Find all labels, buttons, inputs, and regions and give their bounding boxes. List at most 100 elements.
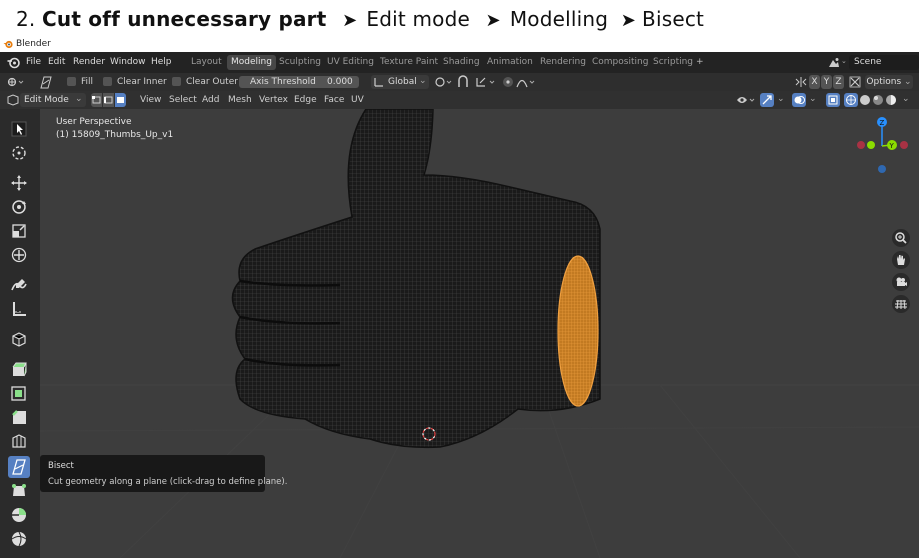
tab-animation[interactable]: Animation bbox=[483, 55, 537, 70]
loop-cut-tool-button[interactable] bbox=[8, 430, 30, 452]
fill-label: Fill bbox=[81, 77, 94, 87]
vertex-select-mode-button[interactable] bbox=[91, 93, 102, 107]
menu-edit[interactable]: Edit bbox=[48, 57, 65, 67]
blender-menu-icon[interactable] bbox=[7, 56, 20, 69]
xray-icon bbox=[828, 95, 838, 105]
edge-select-mode-button[interactable] bbox=[103, 93, 114, 107]
pan-button[interactable] bbox=[892, 251, 910, 269]
overlay-toggle-button[interactable] bbox=[792, 93, 806, 107]
scene-dropdown-icon[interactable]: ⌄ bbox=[841, 57, 847, 65]
shading-chevron-icon[interactable]: ⌄ bbox=[902, 94, 910, 104]
menu-mesh[interactable]: Mesh bbox=[228, 95, 252, 105]
tab-rendering[interactable]: Rendering bbox=[536, 55, 590, 70]
axis-threshold-field[interactable]: Axis Threshold 0.000 bbox=[239, 76, 359, 88]
mode-dropdown[interactable]: Edit Mode ⌄ bbox=[20, 93, 86, 107]
menu-edge[interactable]: Edge bbox=[294, 95, 317, 105]
smooth-icon bbox=[11, 531, 27, 547]
tab-sculpting[interactable]: Sculpting bbox=[275, 55, 325, 70]
menu-view[interactable]: View bbox=[140, 95, 161, 105]
shading-rendered-icon[interactable] bbox=[885, 94, 897, 106]
visibility-selectability-icon[interactable] bbox=[736, 94, 758, 106]
clear-inner-checkbox[interactable] bbox=[103, 77, 112, 86]
rotate-tool-button[interactable] bbox=[8, 196, 30, 218]
scene-field[interactable]: Scene bbox=[849, 55, 919, 70]
menu-file[interactable]: File bbox=[26, 57, 41, 67]
tab-uv-editing[interactable]: UV Editing bbox=[323, 55, 378, 70]
editor-type-icon-viewport[interactable] bbox=[7, 94, 19, 106]
zoom-icon bbox=[895, 232, 907, 244]
inset-tool-button[interactable] bbox=[8, 382, 30, 404]
navigation-gizmo[interactable]: Z Y bbox=[850, 113, 916, 185]
mirror-x-toggle[interactable]: X bbox=[809, 75, 820, 89]
spin-tool-button[interactable] bbox=[8, 504, 30, 526]
cursor-tool-button[interactable] bbox=[8, 142, 30, 164]
snap-icon[interactable] bbox=[456, 75, 470, 89]
xray-toggle-button[interactable] bbox=[826, 93, 840, 107]
mirror-z-toggle[interactable]: Z bbox=[833, 75, 844, 89]
overlay-chevron-icon[interactable]: ⌄ bbox=[809, 94, 817, 104]
annotate-tool-button[interactable] bbox=[8, 274, 30, 296]
shading-material-icon[interactable] bbox=[872, 94, 884, 106]
fill-checkbox[interactable] bbox=[67, 77, 76, 86]
snap-target-icon[interactable] bbox=[476, 76, 498, 88]
shading-solid-icon[interactable] bbox=[859, 94, 871, 106]
clear-outer-checkbox[interactable] bbox=[172, 77, 181, 86]
scene-icon[interactable] bbox=[828, 57, 840, 68]
proportional-editing-icon[interactable] bbox=[502, 76, 514, 88]
mirror-icon[interactable] bbox=[795, 76, 807, 88]
tab-texture-paint[interactable]: Texture Paint bbox=[376, 55, 442, 70]
move-tool-button[interactable] bbox=[8, 172, 30, 194]
menu-vertex[interactable]: Vertex bbox=[259, 95, 288, 105]
scale-tool-button[interactable] bbox=[8, 220, 30, 242]
smooth-tool-button[interactable] bbox=[8, 528, 30, 550]
menu-help[interactable]: Help bbox=[151, 57, 172, 67]
editor-type-icon[interactable] bbox=[7, 76, 25, 88]
pivot-point-icon[interactable] bbox=[435, 76, 455, 88]
menu-face[interactable]: Face bbox=[324, 95, 344, 105]
tooltip-title: Bisect bbox=[48, 461, 74, 471]
gizmo-z-label: Z bbox=[880, 119, 885, 127]
menu-window[interactable]: Window bbox=[110, 57, 146, 67]
menu-select[interactable]: Select bbox=[169, 95, 197, 105]
tab-shading[interactable]: Shading bbox=[439, 55, 484, 70]
add-cube-tool-button[interactable] bbox=[8, 328, 30, 350]
tab-modeling[interactable]: Modeling bbox=[227, 55, 276, 70]
add-workspace-button[interactable]: + bbox=[692, 55, 708, 70]
zoom-button[interactable] bbox=[892, 229, 910, 247]
extrude-tool-button[interactable] bbox=[8, 358, 30, 380]
bisect-tool-icon[interactable] bbox=[38, 75, 54, 89]
bevel-icon bbox=[12, 410, 26, 424]
falloff-icon[interactable] bbox=[516, 76, 538, 88]
camera-view-button[interactable] bbox=[892, 273, 910, 291]
gizmo-chevron-icon[interactable]: ⌄ bbox=[777, 94, 785, 104]
menu-add[interactable]: Add bbox=[202, 95, 219, 105]
transform-orientation-dropdown[interactable]: Global ⌄ bbox=[371, 75, 429, 89]
tab-layout[interactable]: Layout bbox=[187, 55, 226, 70]
menu-render[interactable]: Render bbox=[73, 57, 105, 67]
shading-wireframe-icon[interactable] bbox=[844, 93, 858, 107]
select-box-icon bbox=[11, 121, 27, 137]
menu-uv[interactable]: UV bbox=[351, 95, 364, 105]
bevel-tool-button[interactable] bbox=[8, 406, 30, 428]
face-select-mode-button[interactable] bbox=[115, 93, 126, 107]
camera-icon bbox=[896, 277, 907, 286]
gizmo-toggle-button[interactable] bbox=[760, 93, 774, 107]
auto-merge-icon[interactable] bbox=[849, 76, 861, 88]
axis-threshold-value: 0.000 bbox=[327, 77, 353, 87]
caption-arrow-2: ➤ bbox=[485, 10, 501, 31]
caption-arrow-1: ➤ bbox=[342, 10, 358, 31]
orthographic-toggle-button[interactable] bbox=[892, 295, 910, 313]
active-object-label: (1) 15809_Thumbs_Up_v1 bbox=[56, 130, 174, 140]
transform-tool-button[interactable] bbox=[8, 244, 30, 266]
options-dropdown[interactable]: Options ⌄ bbox=[865, 75, 913, 89]
tab-compositing[interactable]: Compositing bbox=[588, 55, 652, 70]
select-tool-button[interactable] bbox=[8, 118, 30, 140]
measure-tool-button[interactable] bbox=[8, 298, 30, 320]
tab-scripting[interactable]: Scripting bbox=[649, 55, 697, 70]
cursor-icon bbox=[12, 146, 26, 160]
poly-build-tool-button[interactable] bbox=[8, 480, 30, 502]
bisect-tool-button[interactable] bbox=[8, 456, 30, 478]
options-chevron-icon: ⌄ bbox=[901, 77, 912, 87]
mirror-y-toggle[interactable]: Y bbox=[821, 75, 832, 89]
editor-header: Edit Mode ⌄ View Select Add Mesh Vertex … bbox=[0, 91, 919, 109]
